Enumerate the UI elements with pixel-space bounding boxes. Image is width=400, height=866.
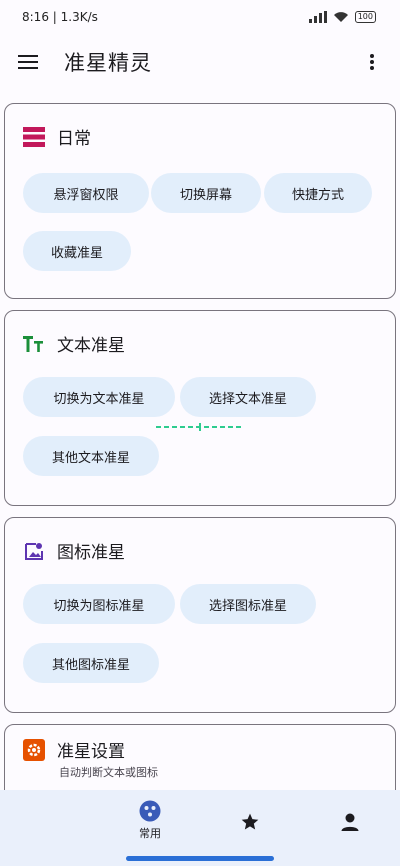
card-icon-header: 图标准星 xyxy=(23,538,125,563)
chip-shortcut[interactable]: 快捷方式 xyxy=(264,173,372,213)
status-bar: 8:16 | 1.3K/s 100 xyxy=(0,0,400,34)
signal-icon xyxy=(308,11,327,23)
image-person-icon xyxy=(25,542,43,560)
status-icons: 100 xyxy=(308,11,376,23)
card-icon-crosshair: 图标准星 切换为图标准星 选择图标准星 其他图标准星 xyxy=(4,517,396,713)
star-icon xyxy=(241,813,259,830)
more-vert-icon xyxy=(370,54,374,70)
card-daily-header: 日常 xyxy=(23,124,91,149)
chip-select-text[interactable]: 选择文本准星 xyxy=(180,377,316,417)
card-settings-title: 准星设置 xyxy=(57,742,125,762)
status-left: 8:16 | 1.3K/s xyxy=(22,10,98,24)
nav-profile[interactable] xyxy=(320,812,380,832)
chip-switch-screen[interactable]: 切换屏幕 xyxy=(151,173,261,213)
chip-overlay-permission[interactable]: 悬浮窗权限 xyxy=(23,173,149,213)
card-settings-subtitle: 自动判断文本或图标 xyxy=(59,766,158,779)
nav-home[interactable]: 常用 xyxy=(120,800,180,841)
chip-other-icon[interactable]: 其他图标准星 xyxy=(23,643,159,683)
chip-switch-to-text[interactable]: 切换为文本准星 xyxy=(23,377,175,417)
card-text-header: 文本准星 xyxy=(23,331,125,356)
card-icon-title: 图标准星 xyxy=(57,543,125,563)
home-indicator xyxy=(126,856,274,861)
card-text-crosshair: 文本准星 切换为文本准星 选择文本准星 其他文本准星 xyxy=(4,310,396,506)
chip-other-text[interactable]: 其他文本准星 xyxy=(23,436,159,476)
card-settings-header: 准星设置 自动判断文本或图标 xyxy=(23,737,158,780)
card-daily-title: 日常 xyxy=(57,129,91,149)
bottom-navigation: 常用 xyxy=(0,790,400,866)
app-title: 准星精灵 xyxy=(64,51,152,75)
wifi-icon xyxy=(333,12,348,22)
person-icon xyxy=(341,813,359,831)
card-daily: 日常 悬浮窗权限 切换屏幕 快捷方式 收藏准星 xyxy=(4,103,396,299)
chip-select-icon[interactable]: 选择图标准星 xyxy=(180,584,316,624)
nav-home-label: 常用 xyxy=(139,827,161,840)
home-dots-icon xyxy=(139,800,161,822)
nav-favorites[interactable] xyxy=(220,812,280,832)
chip-switch-to-icon[interactable]: 切换为图标准星 xyxy=(23,584,175,624)
card-text-title: 文本准星 xyxy=(57,336,125,356)
gear-icon xyxy=(23,738,45,761)
text-size-icon xyxy=(23,335,43,352)
app-bar: 准星精灵 xyxy=(0,34,400,90)
battery-icon: 100 xyxy=(354,11,376,23)
status-time: 8:16 xyxy=(22,10,49,24)
hamburger-menu-icon xyxy=(18,55,38,69)
menu-button[interactable] xyxy=(16,50,40,74)
more-options-button[interactable] xyxy=(360,50,384,74)
chip-favorite-crosshair[interactable]: 收藏准星 xyxy=(23,231,131,271)
network-speed: 1.3K/s xyxy=(60,10,98,24)
stacked-bars-icon xyxy=(23,126,45,147)
crosshair-overlay[interactable] xyxy=(156,423,244,431)
